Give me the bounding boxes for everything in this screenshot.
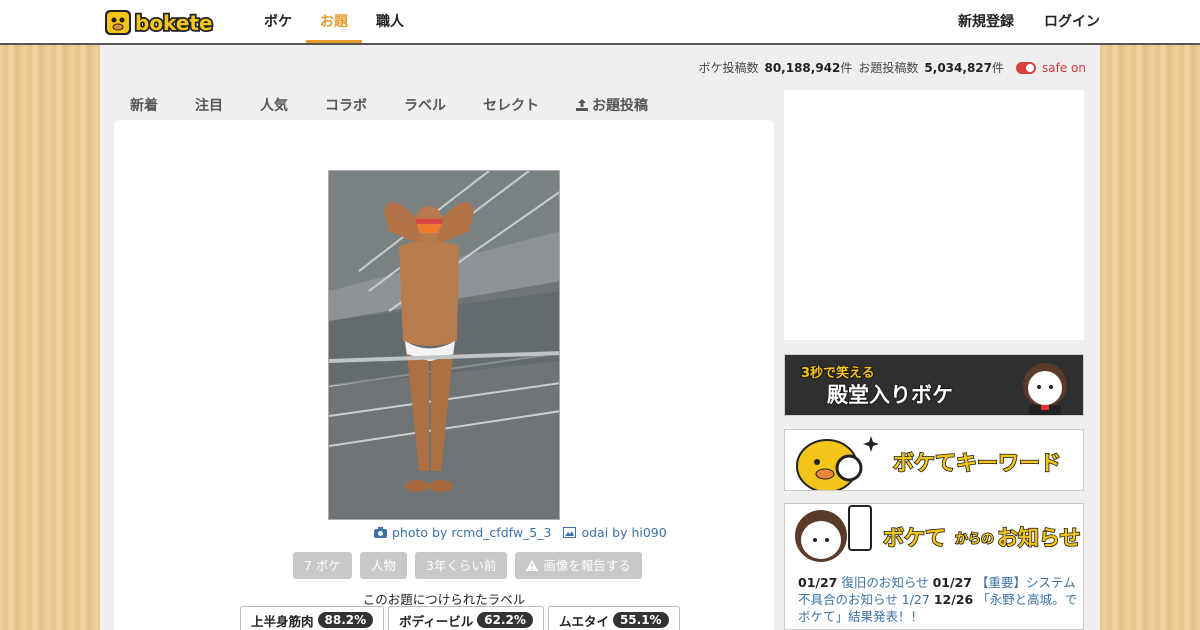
news-date-alt: 1/27 [901,592,930,607]
main-nav: ボケ お題 職人 [250,0,418,43]
banner-news-c: お知らせ [996,525,1081,551]
odai-credit[interactable]: odai by hi090 [563,525,667,540]
report-image-label: 画像を報告する [543,558,631,573]
ad-slot [784,90,1084,340]
tab-label[interactable]: ラベル [388,94,467,120]
odai-card: photo by rcmd_cfdfw_5_3 odai by hi090 7 … [114,120,774,630]
tab-popular[interactable]: 人気 [244,94,309,120]
warning-icon [526,560,539,571]
banner-news-a: ボケて [882,525,947,551]
label-name: 上半身筋肉 [251,613,314,629]
label-name: ボディービル [399,613,474,629]
boke-count-unit: 件 [840,61,853,75]
photo-credit-text[interactable]: photo by rcmd_cfdfw_5_3 [392,525,551,540]
mascot-magnifier-icon [796,436,879,490]
photo-credit[interactable]: photo by rcmd_cfdfw_5_3 [374,525,551,540]
odai-count-label: お題投稿数 [858,61,919,75]
news-banner: ボケて からの お知らせ 01/27 復旧のお知らせ 01/27 【重要】システ… [784,503,1084,630]
nav-odai[interactable]: お題 [306,0,362,43]
news-link[interactable]: 復旧のお知らせ [841,575,928,590]
hall-of-fame-banner[interactable]: 3秒で笑える 殿堂入りボケ [784,354,1084,416]
tab-post-odai-label: お題投稿 [592,98,648,114]
safe-status[interactable]: safe on [1042,61,1086,75]
odai-labels: 上半身筋肉 88.2% ボディービル 62.2% ムエタイ 55.1% [240,606,680,630]
odai-credit-text[interactable]: odai by hi090 [581,525,666,540]
boke-count-button[interactable]: 7 ボケ [293,552,352,579]
bokete-logo[interactable]: bokete [105,9,230,36]
odai-tabs: 新着 注目 人気 コラボ ラベル セレクト お題投稿 [114,94,669,120]
news-list: 01/27 復旧のお知らせ 01/27 【重要】システム不具合のお知らせ 1/2… [798,574,1078,625]
boke-count: 80,188,942 [764,60,841,75]
banner-news-b: からの [954,531,995,548]
upload-icon [576,99,588,111]
tab-collab[interactable]: コラボ [309,94,388,120]
photo-credits: photo by rcmd_cfdfw_5_3 odai by hi090 [374,525,667,540]
signup-link[interactable]: 新規登録 [958,0,1014,43]
account-nav: 新規登録 ログイン [928,0,1100,43]
nav-shokunin[interactable]: 職人 [362,0,418,43]
label-percent: 88.2% [317,612,374,628]
label-item[interactable]: ムエタイ 55.1% [547,606,680,630]
news-date: 01/27 [798,575,838,590]
tab-select[interactable]: セレクト [467,94,560,120]
report-image-button[interactable]: 画像を報告する [515,552,642,579]
odai-meta-chips: 7 ボケ 人物 3年くらい前 画像を報告する [293,552,642,579]
label-item[interactable]: 上半身筋肉 88.2% [240,606,385,630]
odai-count-unit: 件 [992,61,1005,75]
banner-keyword-text: ボケてキーワード [892,450,1062,476]
page-container: ボケ投稿数 80,188,942 件 お題投稿数 5,034,827 件 safe … [100,45,1100,630]
svg-text:bokete: bokete [135,11,213,35]
diver-photo-image [329,171,559,519]
age-chip: 3年くらい前 [414,552,508,579]
boke-count-label: ボケ投稿数 [698,61,759,75]
camera-icon [374,527,387,538]
odai-photo[interactable] [328,170,560,520]
banner-hall-of-fame-big: 殿堂入りボケ [826,382,954,408]
mascot-phone-icon [795,505,872,562]
odai-count: 5,034,827 [924,60,992,75]
label-percent: 55.1% [612,612,669,628]
site-stats: ボケ投稿数 80,188,942 件 お題投稿数 5,034,827 件 safe … [698,59,1086,76]
image-icon [563,527,577,538]
news-date: 01/27 [932,575,972,590]
label-item[interactable]: ボディービル 62.2% [388,606,544,630]
news-date: 12/26 [933,592,974,607]
login-link[interactable]: ログイン [1044,0,1100,43]
top-bar: bokete ボケ お題 職人 新規登録 ログイン [0,0,1200,45]
safe-toggle[interactable] [1016,61,1037,74]
mascot-girl-icon [1023,363,1067,415]
tab-new[interactable]: 新着 [114,94,179,120]
tab-post-odai[interactable]: お題投稿 [560,94,669,120]
nav-boke[interactable]: ボケ [250,0,306,43]
keyword-banner[interactable]: ボケてキーワード [784,429,1084,491]
label-percent: 62.2% [477,612,533,628]
category-chip[interactable]: 人物 [359,552,407,579]
label-name: ムエタイ [558,613,609,629]
tab-trending[interactable]: 注目 [179,94,244,120]
